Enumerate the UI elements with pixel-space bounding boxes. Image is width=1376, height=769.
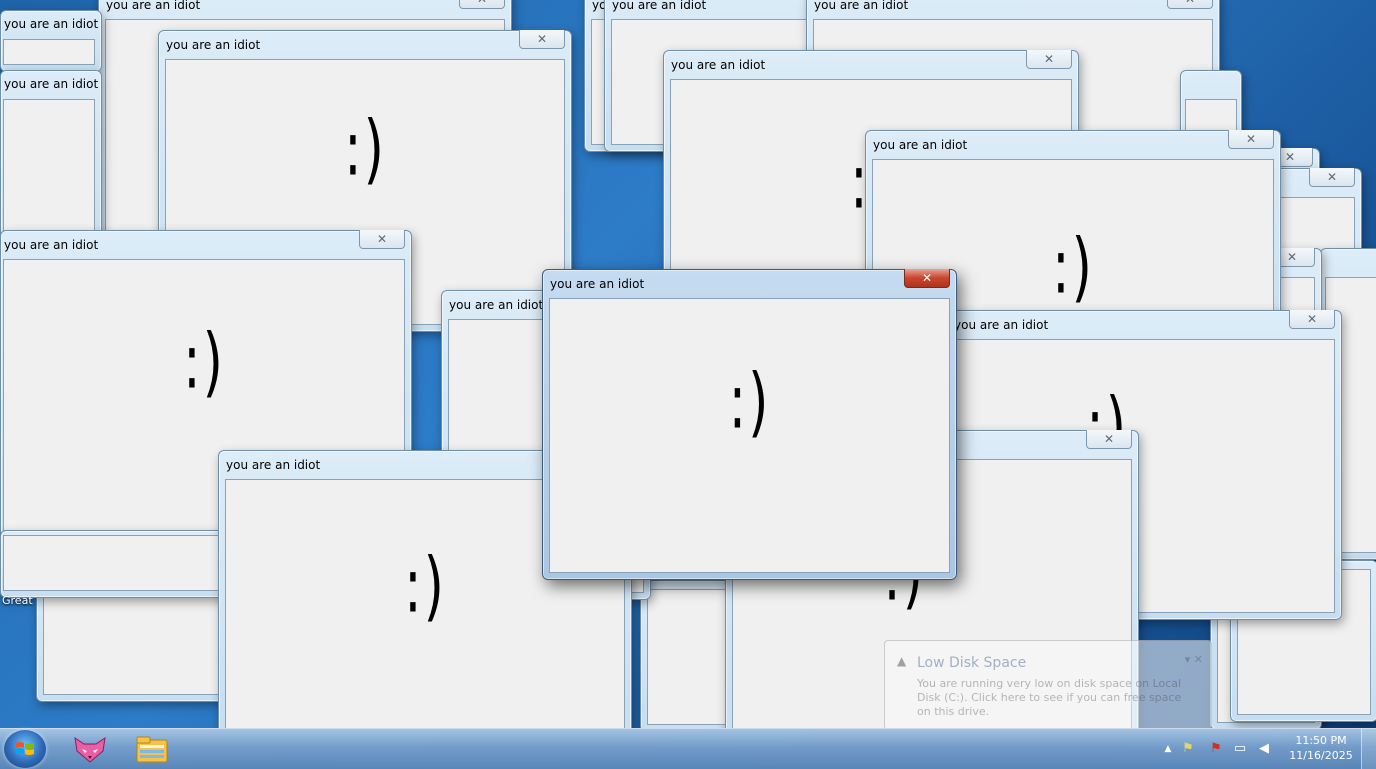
close-button[interactable]: ✕: [1309, 168, 1355, 187]
network-icon[interactable]: ▭: [1232, 741, 1248, 757]
window-content: [3, 39, 95, 65]
window-titlebar[interactable]: you are an idiot ✕: [543, 269, 956, 298]
close-icon: ✕: [536, 32, 548, 46]
windows-logo-icon: [16, 742, 34, 755]
warning-icon: ▲: [897, 654, 907, 668]
window-titlebar[interactable]: you are an idiot ✕: [1, 230, 411, 259]
close-button[interactable]: ✕: [1228, 130, 1274, 149]
window-title: you are an idiot: [550, 277, 645, 291]
window-content: [3, 535, 225, 591]
window-title: you are an idiot: [954, 318, 1049, 332]
system-tray: ▲ ⚑ ⚑ ▭ ◀ 11:50 PM 11/16/2025: [1156, 729, 1376, 769]
close-icon: ✕: [477, 0, 487, 5]
smiley-text: :): [404, 543, 446, 631]
window-content: :): [549, 298, 950, 573]
smiley-text: :): [183, 319, 225, 407]
close-button[interactable]: ✕: [359, 230, 405, 249]
popup-window-active[interactable]: you are an idiot ✕ :): [542, 269, 957, 580]
notification-body: You are running very low on disk space o…: [917, 677, 1182, 718]
close-icon: ✕: [1326, 170, 1338, 184]
window-title: you are an idiot: [166, 38, 261, 52]
close-icon: ✕: [1284, 150, 1296, 164]
window-titlebar[interactable]: you are an idiot ✕: [664, 50, 1078, 79]
close-button[interactable]: ✕: [1086, 430, 1132, 449]
window-title: you are an idiot: [449, 298, 544, 312]
close-button[interactable]: ✕: [459, 0, 505, 9]
fox-app-icon: [74, 736, 106, 763]
window-titlebar[interactable]: you are an idiot ✕: [159, 30, 571, 59]
windows-explorer-icon: [136, 736, 168, 763]
window-title: you are an idiot: [814, 0, 909, 12]
close-button[interactable]: ✕: [1167, 0, 1213, 9]
window-titlebar[interactable]: you are an idiot: [1, 11, 101, 39]
notification-title: Low Disk Space: [917, 655, 1027, 671]
close-button[interactable]: ✕: [904, 269, 950, 288]
window-titlebar[interactable]: you are an idiot ✕: [807, 0, 1219, 19]
taskbar-app-fox[interactable]: [62, 731, 118, 767]
notification-close-icon[interactable]: ▾ ✕: [1185, 653, 1203, 666]
taskbar-app-explorer[interactable]: [124, 731, 180, 767]
close-icon: ✕: [1043, 52, 1055, 66]
taskbar: ▲ ⚑ ⚑ ▭ ◀ 11:50 PM 11/16/2025: [0, 728, 1376, 769]
close-icon: ✕: [1286, 250, 1298, 264]
show-desktop-button[interactable]: [1361, 729, 1376, 769]
window-title: you are an idiot: [4, 77, 99, 91]
smiley-text: :): [344, 106, 386, 194]
action-center-icon[interactable]: ⚑: [1180, 741, 1196, 757]
smiley-text: :): [1052, 224, 1094, 312]
clock-date: 11/16/2025: [1289, 749, 1353, 762]
close-icon: ✕: [921, 271, 933, 285]
clock-time: 11:50 PM: [1295, 734, 1347, 747]
popup-window[interactable]: you are an idiot: [0, 70, 102, 252]
low-disk-space-notification[interactable]: ▲ Low Disk Space ▾ ✕ You are running ver…: [884, 640, 1212, 728]
close-button[interactable]: ✕: [1026, 50, 1072, 69]
window-content: [3, 99, 95, 245]
window-title: you are an idiot: [106, 0, 201, 12]
close-icon: ✕: [1245, 132, 1257, 146]
window-title: you are an idiot: [4, 17, 99, 31]
window-title: you are an idiot: [873, 138, 968, 152]
smiley-text: :): [728, 359, 771, 447]
close-icon: ✕: [1306, 312, 1318, 326]
window-title: you are an idiot: [226, 458, 321, 472]
popup-window[interactable]: [0, 530, 232, 598]
volume-muted-icon[interactable]: ◀: [1256, 741, 1272, 757]
flag-error-icon[interactable]: ⚑: [1208, 741, 1224, 757]
window-titlebar[interactable]: you are an idiot ✕: [929, 310, 1341, 339]
window-titlebar[interactable]: you are an idiot ✕: [99, 0, 511, 19]
taskbar-clock[interactable]: 11:50 PM 11/16/2025: [1286, 733, 1356, 763]
popup-window[interactable]: you are an idiot: [0, 10, 102, 72]
close-button[interactable]: ✕: [519, 30, 565, 49]
window-title: you are an idiot: [612, 0, 707, 12]
window-title: you are an idiot: [4, 238, 99, 252]
window-title: you are an idiot: [671, 58, 766, 72]
window-titlebar[interactable]: you are an idiot: [1, 71, 101, 99]
show-hidden-icons-arrow-icon[interactable]: ▲: [1160, 741, 1176, 757]
window-titlebar[interactable]: you are an idiot: [605, 0, 815, 19]
close-icon: ✕: [1103, 432, 1115, 446]
close-icon: ✕: [376, 232, 388, 246]
start-button[interactable]: [4, 730, 46, 768]
desktop: you are an idiot ✕ you are an idiot you …: [0, 0, 1376, 728]
close-icon: ✕: [1185, 0, 1195, 5]
close-button[interactable]: ✕: [1289, 310, 1335, 329]
window-titlebar[interactable]: you are an idiot ✕: [866, 130, 1280, 159]
desktop-icon-label[interactable]: Great: [2, 594, 33, 607]
